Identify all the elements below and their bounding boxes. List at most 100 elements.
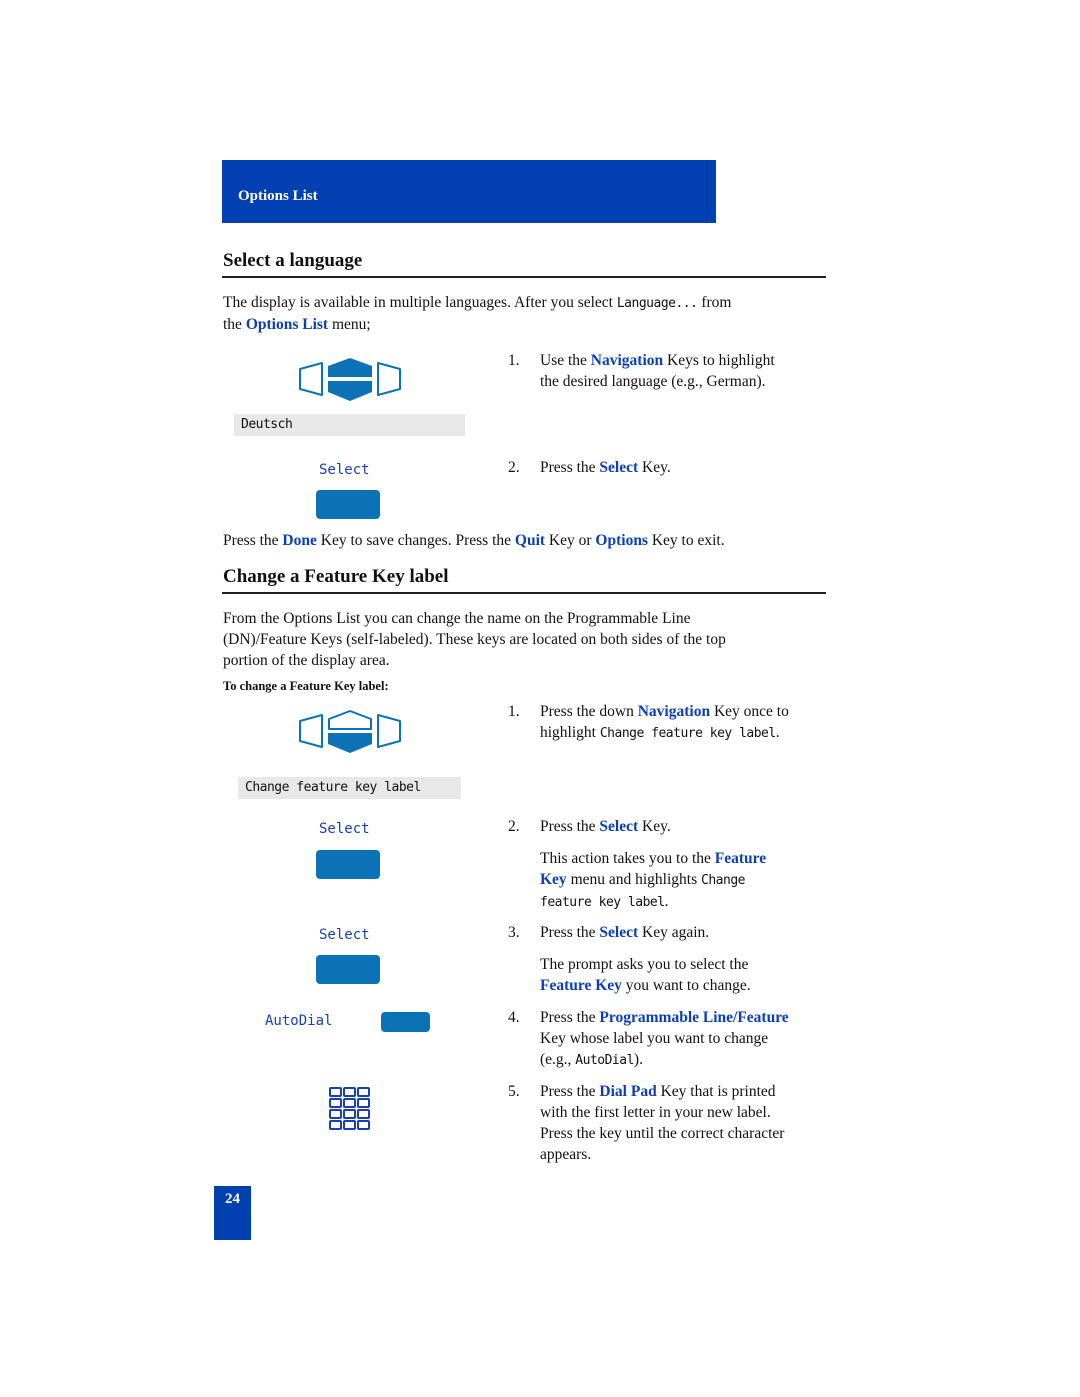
- intro-text: from: [697, 294, 732, 311]
- lcd-term: AutoDial: [575, 1053, 634, 1068]
- dial-pad-key: [329, 1087, 342, 1097]
- select-softkey-button[interactable]: [316, 955, 380, 984]
- step-text: Use the: [540, 352, 591, 369]
- select-key-term: Select: [599, 924, 639, 941]
- select-key-term: Select: [599, 818, 639, 835]
- feature-key-term: Feature Key: [540, 977, 622, 994]
- lcd-display-text: Deutsch: [241, 417, 293, 432]
- step-5: 5. Press the Dial Pad Key that is printe…: [508, 1081, 828, 1165]
- navigation-down-key-icon: [299, 710, 401, 753]
- page-number: 24: [225, 1191, 240, 1207]
- step-text: with the first letter in your new label.: [540, 1104, 771, 1121]
- note-text: This action takes you to the: [540, 850, 715, 867]
- select-key-term: Select: [599, 459, 639, 476]
- line-key-label-autodial: AutoDial: [265, 1013, 333, 1029]
- dial-pad-key: [343, 1087, 356, 1097]
- heading-rule: [222, 592, 826, 594]
- navigation-keys-icon: [299, 358, 401, 401]
- intro-line: (DN)/Feature Keys (self-labeled). These …: [223, 631, 726, 648]
- section2-intro: From the Options List you can change the…: [223, 608, 726, 671]
- dial-pad-icon: [329, 1087, 370, 1130]
- step-3: 3. Press the Select Key again.: [508, 922, 828, 943]
- select-softkey-button[interactable]: [316, 490, 380, 519]
- lcd-display: Deutsch: [234, 414, 465, 436]
- dial-pad-key: [343, 1109, 356, 1119]
- step-text: Press the: [540, 818, 600, 835]
- intro-line: portion of the display area.: [223, 652, 390, 669]
- heading-change-feature-key-label: Change a Feature Key label: [223, 566, 449, 587]
- select-softkey-button[interactable]: [316, 850, 380, 879]
- step-2: 2. Press the Select Key.: [508, 816, 828, 837]
- note-text: .: [664, 893, 669, 910]
- step-2: 2. Press the Select Key.: [508, 457, 828, 478]
- heading-rule: [222, 276, 826, 278]
- lcd-term: Language...: [616, 296, 698, 311]
- step-text: Key that is printed: [656, 1083, 776, 1100]
- softkey-label-select: Select: [319, 821, 370, 837]
- dial-pad-key-term: Dial Pad: [599, 1083, 657, 1100]
- lcd-display-text: Change feature key label: [245, 780, 421, 795]
- options-key-term: Options: [595, 532, 648, 549]
- text: Key or: [545, 532, 596, 549]
- procedure-subhead: To change a Feature Key label:: [223, 679, 389, 693]
- intro-text: menu;: [328, 316, 371, 333]
- quit-key-term: Quit: [514, 532, 546, 549]
- options-list-link: Options List: [245, 316, 329, 333]
- text: Press the: [223, 532, 283, 549]
- step-text: highlight: [540, 724, 600, 741]
- section-banner: Options List: [222, 160, 716, 223]
- step-number: 3.: [508, 924, 520, 941]
- note-text: menu and highlights: [566, 871, 702, 888]
- step-text: Key.: [638, 818, 671, 835]
- feature-key-term: Feature: [714, 850, 767, 867]
- dial-pad-key: [343, 1120, 356, 1130]
- step-4: 4. Press the Programmable Line/Feature Ke…: [508, 1007, 828, 1071]
- dial-pad-key: [329, 1120, 342, 1130]
- step-text: Press the: [540, 1083, 600, 1100]
- step-number: 1.: [508, 352, 520, 369]
- step-number: 1.: [508, 703, 520, 720]
- step-text: ).: [633, 1051, 643, 1068]
- step-2-note: This action takes you to the Feature Key …: [540, 848, 830, 913]
- note-text: The prompt asks you to select the: [540, 956, 749, 973]
- step-text: Press the: [540, 924, 600, 941]
- step-text: Press the: [540, 1009, 600, 1026]
- step-number: 2.: [508, 459, 520, 476]
- step-text: Key whose label you want to change: [540, 1030, 769, 1047]
- intro-paragraph: The display is available in multiple lan…: [223, 292, 731, 335]
- step-1: 1. Press the down Navigation Key once to…: [508, 701, 828, 744]
- step-1: 1. Use the Navigation Keys to highlight t…: [508, 350, 828, 392]
- feature-key-term: Key: [540, 871, 567, 888]
- text: Key to save changes. Press the: [316, 532, 515, 549]
- dial-pad-key: [357, 1109, 370, 1119]
- navigation-key-term: Navigation: [637, 703, 711, 720]
- save-exit-paragraph: Press the Done Key to save changes. Pres…: [223, 530, 725, 551]
- step-text: Key.: [638, 459, 671, 476]
- text: Key to exit.: [647, 532, 725, 549]
- step-text: Key again.: [638, 924, 710, 941]
- lcd-term: Change: [701, 873, 745, 888]
- step-text: the desired language (e.g., German).: [540, 373, 766, 390]
- lcd-term: Change feature key label: [599, 726, 776, 741]
- programmable-line-feature-key-term: Programmable Line/Feature: [599, 1009, 789, 1026]
- intro-line: From the Options List you can change the…: [223, 610, 691, 627]
- programmable-line-key[interactable]: [381, 1012, 430, 1032]
- step-text: (e.g.,: [540, 1051, 576, 1068]
- step-text: Keys to highlight: [663, 352, 775, 369]
- softkey-label-select: Select: [319, 927, 370, 943]
- lcd-term: feature key label: [540, 895, 665, 910]
- dial-pad-key: [357, 1087, 370, 1097]
- step-number: 5.: [508, 1083, 520, 1100]
- dial-pad-key: [329, 1109, 342, 1119]
- banner-title: Options List: [238, 188, 318, 204]
- heading-select-language: Select a language: [223, 250, 363, 271]
- step-3-note: The prompt asks you to select the Feature…: [540, 954, 830, 996]
- step-text: Press the down: [540, 703, 638, 720]
- note-text: you want to change.: [621, 977, 751, 994]
- lcd-display: Change feature key label: [238, 777, 461, 799]
- step-number: 2.: [508, 818, 520, 835]
- step-text: Press the: [540, 459, 600, 476]
- dial-pad-key: [357, 1120, 370, 1130]
- done-key-term: Done: [282, 532, 317, 549]
- step-text: Key once to: [710, 703, 789, 720]
